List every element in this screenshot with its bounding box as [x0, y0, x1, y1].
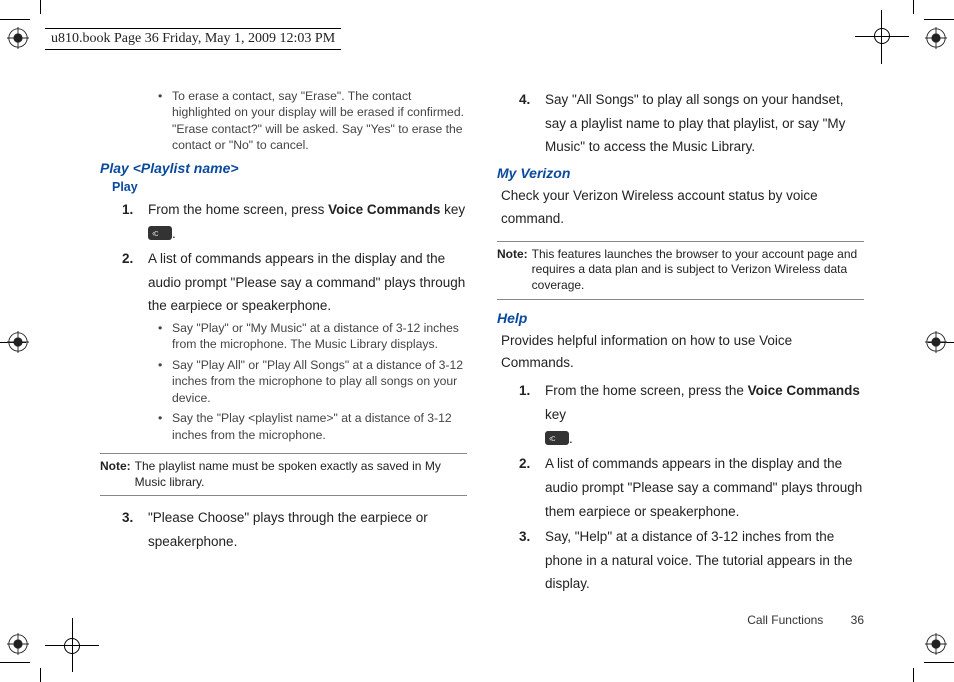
step-number: 3.: [122, 506, 148, 553]
step-row: 2. A list of commands appears in the dis…: [122, 247, 467, 318]
step-number: 3.: [519, 525, 545, 596]
bullet-item: Say "Play" or "My Music" at a distance o…: [158, 320, 467, 353]
heading-play-playlist: Play <Playlist name>: [100, 160, 467, 176]
footer-section: Call Functions: [747, 613, 823, 627]
left-column: To erase a contact, say "Erase". The con…: [100, 88, 467, 598]
bold-text: Voice Commands: [328, 202, 440, 217]
step-text: Say "All Songs" to play all songs on you…: [545, 88, 864, 159]
body-text: Provides helpful information on how to u…: [501, 330, 864, 376]
heading-my-verizon: My Verizon: [497, 165, 864, 181]
step-text: From the home screen, press the Voice Co…: [545, 379, 864, 450]
step-row: 1. From the home screen, press the Voice…: [519, 379, 864, 450]
bullet-icon: [158, 410, 172, 443]
step-text: A list of commands appears in the displa…: [545, 452, 864, 523]
step-text: Say, "Help" at a distance of 3-12 inches…: [545, 525, 864, 596]
registration-icon: [7, 633, 29, 655]
step-number: 2.: [122, 247, 148, 318]
crop-mark: [913, 668, 914, 682]
text: From the home screen, press: [148, 202, 328, 217]
crop-mark: [0, 19, 30, 20]
step-number: 1.: [122, 198, 148, 245]
step-row: 1. From the home screen, press Voice Com…: [122, 198, 467, 245]
crop-mark: [0, 662, 30, 663]
crop-mark: [924, 19, 954, 20]
page-body: To erase a contact, say "Erase". The con…: [100, 88, 864, 598]
step-row: 3. "Please Choose" plays through the ear…: [122, 506, 467, 553]
bullet-text: Say the "Play <playlist name>" at a dist…: [172, 410, 467, 443]
bullet-icon: [158, 320, 172, 353]
crop-mark: [913, 0, 914, 14]
step-number: 2.: [519, 452, 545, 523]
crop-mark: [924, 662, 954, 663]
note-body: This features launches the browser to yo…: [532, 247, 864, 294]
bullet-item: Say the "Play <playlist name>" at a dist…: [158, 410, 467, 443]
crop-circle-icon: [64, 638, 80, 654]
step-text: A list of commands appears in the displa…: [148, 247, 467, 318]
bold-text: Voice Commands: [748, 383, 860, 398]
step-text: "Please Choose" plays through the earpie…: [148, 506, 467, 553]
voice-key-icon: [545, 431, 569, 445]
crop-mark: [40, 668, 41, 682]
step-row: 3. Say, "Help" at a distance of 3-12 inc…: [519, 525, 864, 596]
page-footer: Call Functions 36: [747, 613, 864, 627]
note-block: Note: The playlist name must be spoken e…: [100, 453, 467, 496]
step-number: 4.: [519, 88, 545, 159]
heading-play: Play: [112, 180, 467, 194]
step-number: 1.: [519, 379, 545, 450]
text: key: [440, 202, 465, 217]
bullet-item: To erase a contact, say "Erase". The con…: [158, 88, 467, 154]
registration-icon: [925, 331, 947, 353]
body-text: Check your Verizon Wireless account stat…: [501, 185, 864, 231]
bullet-icon: [158, 357, 172, 406]
page-number: 36: [851, 613, 864, 627]
note-body: The playlist name must be spoken exactly…: [135, 459, 467, 490]
bullet-icon: [158, 88, 172, 154]
voice-key-icon: [148, 226, 172, 240]
bullet-text: To erase a contact, say "Erase". The con…: [172, 88, 467, 154]
heading-help: Help: [497, 310, 864, 326]
bullet-text: Say "Play All" or "Play All Songs" at a …: [172, 357, 467, 406]
text: key: [545, 407, 566, 422]
step-row: 4. Say "All Songs" to play all songs on …: [519, 88, 864, 159]
registration-icon: [925, 27, 947, 49]
note-block: Note: This features launches the browser…: [497, 241, 864, 300]
step-text: From the home screen, press Voice Comman…: [148, 198, 467, 245]
bullet-text: Say "Play" or "My Music" at a distance o…: [172, 320, 467, 353]
note-label: Note:: [100, 459, 135, 490]
registration-icon: [925, 633, 947, 655]
right-column: 4. Say "All Songs" to play all songs on …: [497, 88, 864, 598]
registration-icon: [7, 27, 29, 49]
crop-mark: [40, 0, 41, 14]
bullet-item: Say "Play All" or "Play All Songs" at a …: [158, 357, 467, 406]
note-label: Note:: [497, 247, 532, 294]
step-row: 2. A list of commands appears in the dis…: [519, 452, 864, 523]
crop-circle-icon: [874, 28, 890, 44]
page-header: u810.book Page 36 Friday, May 1, 2009 12…: [45, 28, 341, 50]
registration-icon: [7, 331, 29, 353]
text: From the home screen, press the: [545, 383, 748, 398]
